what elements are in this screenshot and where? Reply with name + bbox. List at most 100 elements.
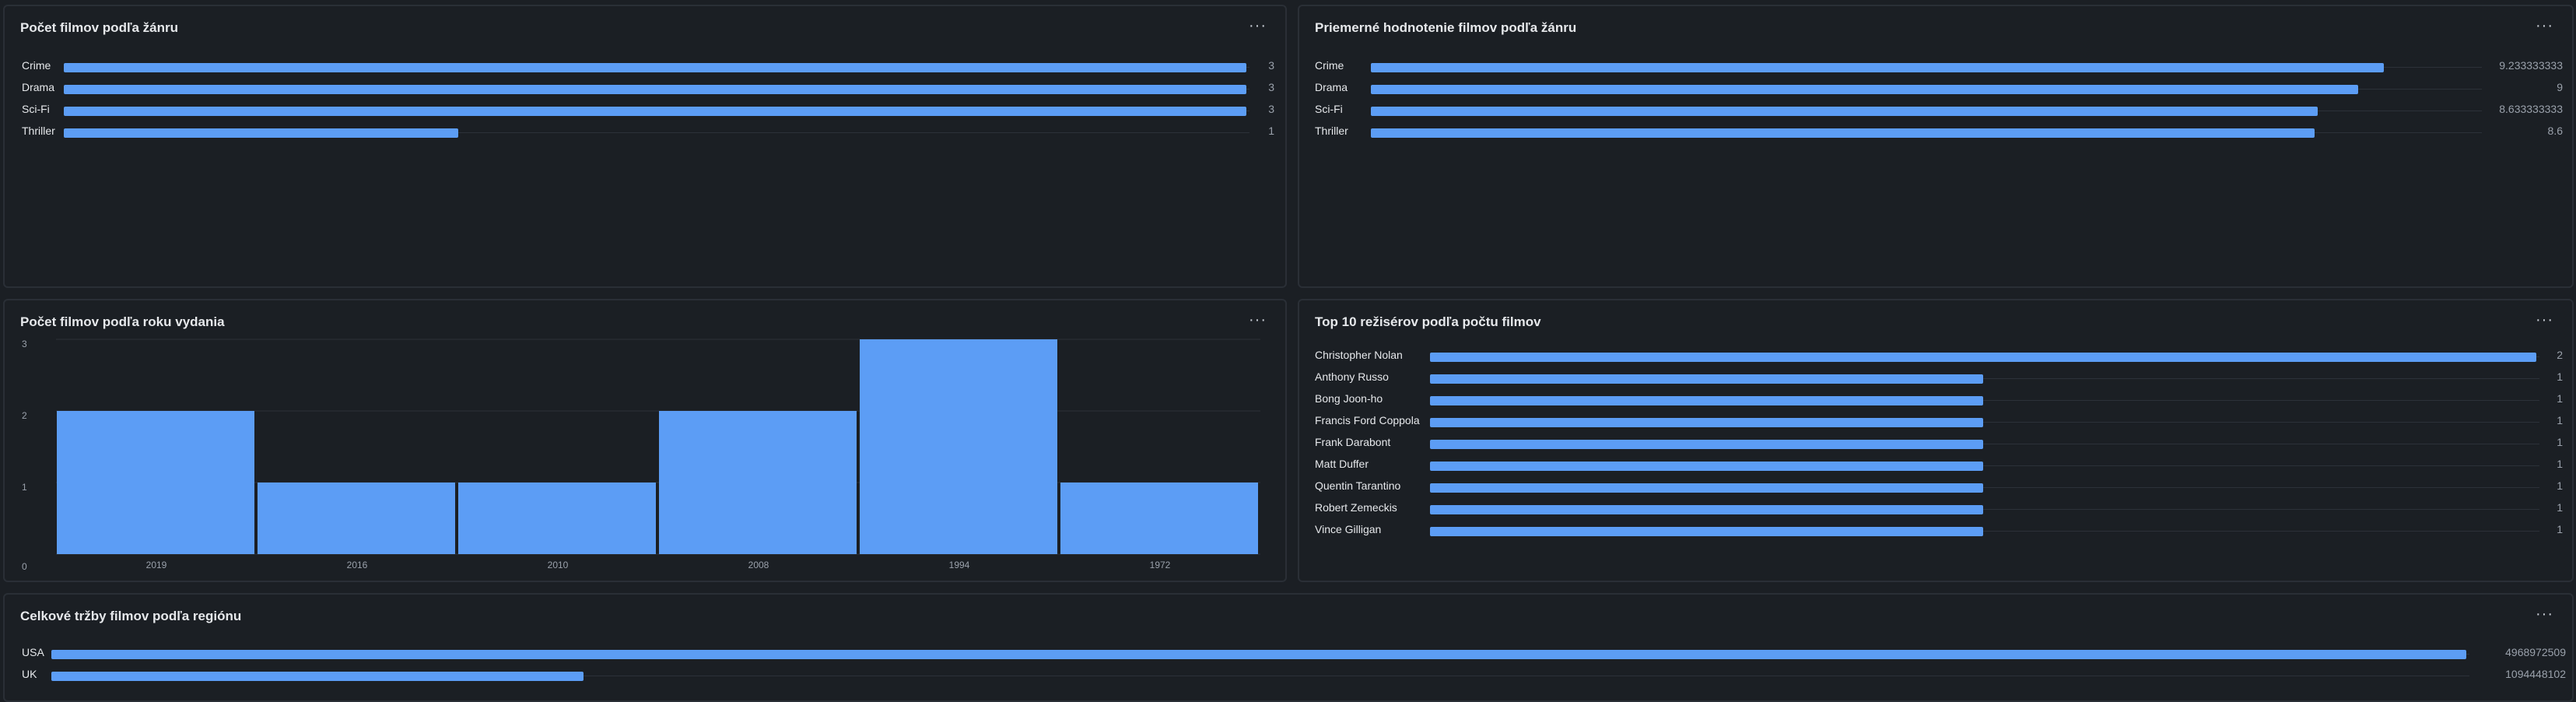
panel-top-directors: Top 10 režisérov podľa počtu filmov ··· … bbox=[1298, 299, 2574, 582]
bar-row: UK 1094448102 bbox=[22, 665, 2566, 686]
bar[interactable] bbox=[57, 411, 254, 554]
bar-label: Christopher Nolan bbox=[1315, 349, 1403, 361]
more-horizontal-icon[interactable]: ··· bbox=[2536, 17, 2553, 35]
bar-label: Thriller bbox=[22, 125, 55, 137]
x-tick-label: 2008 bbox=[748, 560, 769, 570]
bar[interactable] bbox=[1430, 527, 1983, 536]
bar-label: Bong Joon-ho bbox=[1315, 392, 1383, 405]
bar[interactable] bbox=[1060, 483, 1258, 554]
bar-label: Francis Ford Coppola bbox=[1315, 414, 1420, 426]
bar[interactable] bbox=[1430, 440, 1983, 449]
bar-row: Thriller 8.6 bbox=[1315, 121, 2563, 143]
bar-row: Drama 9 bbox=[1315, 78, 2563, 100]
bar-row: Matt Duffer 1 bbox=[1315, 455, 2563, 476]
more-horizontal-icon[interactable]: ··· bbox=[2536, 311, 2553, 329]
bar-label: Quentin Tarantino bbox=[1315, 479, 1401, 492]
bar-value-label: 3 bbox=[1268, 81, 1274, 93]
panel-genre-rating: Priemerné hodnotenie filmov podľa žánru … bbox=[1298, 5, 2574, 288]
bar[interactable] bbox=[64, 128, 458, 138]
bar-value-label: 1 bbox=[2557, 479, 2563, 492]
bar-label: Sci-Fi bbox=[1315, 103, 1343, 115]
bar-value-label: 1 bbox=[2557, 370, 2563, 383]
panel-year-count: Počet filmov podľa roku vydania ··· 0123… bbox=[3, 299, 1287, 582]
bar[interactable] bbox=[1430, 396, 1983, 405]
bar-value-label: 1 bbox=[1268, 125, 1274, 137]
bar-label: Matt Duffer bbox=[1315, 458, 1369, 470]
x-tick-label: 1972 bbox=[1150, 560, 1171, 570]
bar-value-label: 1 bbox=[2557, 523, 2563, 535]
bar-row: Crime 3 bbox=[22, 56, 1274, 78]
bar-label: Crime bbox=[22, 59, 51, 72]
y-tick-label: 3 bbox=[22, 339, 27, 349]
bar-value-label: 1 bbox=[2557, 501, 2563, 514]
bar-label: Drama bbox=[1315, 81, 1348, 93]
bar[interactable] bbox=[51, 672, 584, 681]
bar-label: Robert Zemeckis bbox=[1315, 501, 1397, 514]
bar[interactable] bbox=[64, 85, 1246, 94]
bar-label: UK bbox=[22, 668, 37, 680]
bar[interactable] bbox=[258, 483, 455, 554]
bar-label: Vince Gilligan bbox=[1315, 523, 1382, 535]
bar[interactable] bbox=[659, 411, 857, 554]
bar[interactable] bbox=[1371, 128, 2315, 138]
bar[interactable] bbox=[1371, 85, 2358, 94]
bar-label: Frank Darabont bbox=[1315, 436, 1391, 448]
bar[interactable] bbox=[1430, 462, 1983, 471]
bar-value-label: 1 bbox=[2557, 436, 2563, 448]
bar-label: Sci-Fi bbox=[22, 103, 50, 115]
x-tick-label: 2019 bbox=[146, 560, 167, 570]
bar-value-label: 9 bbox=[2557, 81, 2563, 93]
bar[interactable] bbox=[51, 650, 2466, 659]
more-horizontal-icon[interactable]: ··· bbox=[1249, 17, 1267, 35]
bar-value-label: 1 bbox=[2557, 392, 2563, 405]
bar-row: Crime 9.233333333 bbox=[1315, 56, 2563, 78]
x-tick-label: 1994 bbox=[949, 560, 970, 570]
panel-title: Priemerné hodnotenie filmov podľa žánru bbox=[1315, 20, 1577, 35]
bar-row: USA 4968972509 bbox=[22, 643, 2566, 665]
bar[interactable] bbox=[1371, 63, 2384, 72]
bar-row: Christopher Nolan 2 bbox=[1315, 346, 2563, 367]
bar-row: Sci-Fi 3 bbox=[22, 100, 1274, 121]
year-count-chart: 0 1 2 3 2019 2016 2010 2008 1994 1972 bbox=[22, 339, 1260, 572]
bar[interactable] bbox=[458, 483, 656, 554]
bar-value-label: 2 bbox=[2557, 349, 2563, 361]
bar-value-label: 3 bbox=[1268, 103, 1274, 115]
y-tick-label: 0 bbox=[22, 561, 27, 572]
bar-value-label: 8.633333333 bbox=[2499, 103, 2563, 115]
panel-title: Top 10 režisérov podľa počtu filmov bbox=[1315, 314, 1541, 329]
bar-value-label: 8.6 bbox=[2547, 125, 2563, 137]
bar-row: Thriller 1 bbox=[22, 121, 1274, 143]
bar-value-label: 1094448102 bbox=[2505, 668, 2566, 680]
bar[interactable] bbox=[1430, 374, 1983, 384]
bar-value-label: 9.233333333 bbox=[2499, 59, 2563, 72]
bar[interactable] bbox=[1371, 107, 2318, 116]
bar[interactable] bbox=[64, 107, 1246, 116]
x-tick-label: 2016 bbox=[347, 560, 368, 570]
bar-row: Drama 3 bbox=[22, 78, 1274, 100]
more-horizontal-icon[interactable]: ··· bbox=[2536, 605, 2553, 623]
bar-label: USA bbox=[22, 646, 44, 658]
bar[interactable] bbox=[1430, 505, 1983, 514]
panel-genre-count: Počet filmov podľa žánru ··· Crime 3 Drama… bbox=[3, 5, 1287, 288]
bar-row: Anthony Russo 1 bbox=[1315, 367, 2563, 389]
bar-row: Frank Darabont 1 bbox=[1315, 433, 2563, 455]
bar-label: Thriller bbox=[1315, 125, 1348, 137]
bar-row: Francis Ford Coppola 1 bbox=[1315, 411, 2563, 433]
bar[interactable] bbox=[860, 339, 1057, 554]
panel-region-revenue: Celkové tržby filmov podľa regiónu ··· U… bbox=[3, 593, 2574, 702]
bar-value-label: 4968972509 bbox=[2505, 646, 2566, 658]
panel-title: Počet filmov podľa žánru bbox=[20, 20, 179, 35]
bar-row: Robert Zemeckis 1 bbox=[1315, 498, 2563, 520]
y-tick-label: 2 bbox=[22, 410, 27, 421]
y-tick-label: 1 bbox=[22, 482, 27, 493]
bar-label: Drama bbox=[22, 81, 55, 93]
bar-row: Quentin Tarantino 1 bbox=[1315, 476, 2563, 498]
bar[interactable] bbox=[1430, 483, 1983, 493]
bar-row: Bong Joon-ho 1 bbox=[1315, 389, 2563, 411]
bar[interactable] bbox=[1430, 353, 2536, 362]
bar[interactable] bbox=[1430, 418, 1983, 427]
bar[interactable] bbox=[64, 63, 1246, 72]
bar-row: Sci-Fi 8.633333333 bbox=[1315, 100, 2563, 121]
bar-row: Vince Gilligan 1 bbox=[1315, 520, 2563, 542]
x-tick-label: 2010 bbox=[548, 560, 569, 570]
